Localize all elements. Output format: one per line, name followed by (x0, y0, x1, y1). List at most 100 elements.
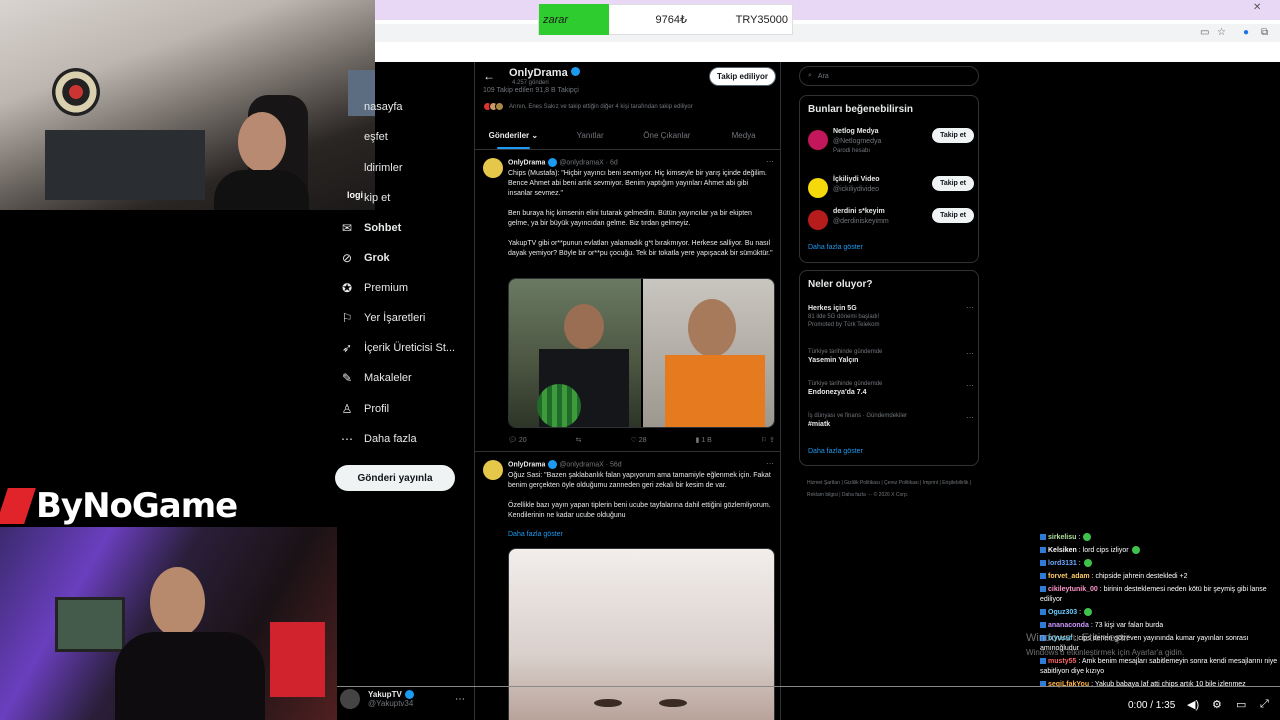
eye-left (594, 699, 622, 707)
heart-icon: ♡ (630, 437, 639, 444)
sidebar-item-chat[interactable]: ✉ Sohbet (340, 217, 401, 239)
chat-username[interactable]: Kelsiken (1048, 547, 1077, 554)
chat-username[interactable]: lord3131 (1048, 560, 1077, 567)
avatar[interactable] (808, 210, 828, 230)
show-more-link[interactable]: Daha fazla göster (808, 244, 863, 251)
show-more-link[interactable]: Daha fazla göster (808, 448, 863, 455)
chat-message: sirkelisu : (1040, 533, 1278, 543)
following-button[interactable]: Takip ediliyor (709, 67, 776, 86)
follow-button[interactable]: Takip et (932, 128, 974, 143)
tweet[interactable]: OnlyDrama @onlydramaX · 56d ⋯ Oğuz Sasi:… (475, 454, 780, 720)
follow-button[interactable]: Takip et (932, 176, 974, 191)
chat-username[interactable]: sirkelisu (1048, 534, 1076, 541)
sidebar-item-premium[interactable]: ✪ Premium (340, 277, 408, 299)
suggestion-item[interactable]: derdini s*keyim @derdiniskeyimm Takip et (808, 208, 974, 238)
chat-message: lord3131 : (1040, 559, 1278, 569)
sidebar-item-bell[interactable]: ldirimler (340, 157, 403, 179)
bell-icon (340, 161, 354, 175)
tab-3[interactable]: Medya (705, 122, 780, 149)
more-icon[interactable]: ⋯ (766, 157, 774, 166)
panel-title: Bunları beğenebilirsin (808, 104, 914, 115)
followers-you-know[interactable]: Arının, Enes Sakız ve takip ettiğin diğe… (483, 102, 693, 111)
search-icon: ⌕ (808, 72, 812, 79)
suggestion-item[interactable]: İçkiliydi Video @ickiliydivideo Takip et (808, 176, 974, 206)
tab-2[interactable]: Öne Çıkanlar (629, 122, 706, 149)
star-icon[interactable]: ☆ (1217, 27, 1226, 38)
chat-username[interactable]: musty55 (1048, 658, 1076, 665)
trend-item[interactable]: Herkes için 5G 81 ilde 5G dönemi başladı!… (808, 303, 974, 328)
address-bar[interactable] (375, 24, 1280, 42)
verified-icon (548, 460, 558, 469)
chat-username[interactable]: ananaconda (1048, 622, 1089, 629)
tweet[interactable]: OnlyDrama @onlydramaX · 6d ⋯ Chips (Must… (475, 152, 780, 452)
follow-button[interactable]: Takip et (932, 208, 974, 223)
bookmark-button[interactable]: ⚐ ⇪ (761, 436, 775, 444)
footer-links[interactable]: Hizmet Şartları | Gizlilik Politikası | … (807, 477, 977, 501)
more-icon[interactable]: ⋯ (455, 694, 465, 705)
account-name: YakupTV (368, 690, 455, 700)
sidebar-item-bookmark[interactable]: ⚐ Yer İşaretleri (340, 307, 426, 329)
sidebar-item-label: eşfet (364, 131, 388, 143)
extension-icon[interactable]: ⧉ (1261, 27, 1268, 38)
account-switcher[interactable]: YakupTV @Yakuptv34 ⋯ (340, 684, 465, 714)
tab-0[interactable]: Gönderiler ⌄ (475, 122, 552, 149)
close-icon[interactable]: ✕ (1253, 2, 1261, 13)
more-icon[interactable]: ⋯ (966, 349, 974, 358)
tweet-media[interactable] (508, 548, 775, 720)
chat-username[interactable]: Oguz303 (1048, 609, 1077, 616)
follow-stats[interactable]: 109 Takip edilen 91,8 B Takipçi (483, 87, 579, 94)
chat-username[interactable]: cikileytunik_00 (1048, 586, 1098, 593)
overlay-value-2: TRY35000 (735, 13, 788, 26)
chat-username[interactable]: forvet_adam (1048, 573, 1090, 580)
trend-item[interactable]: Türkiye tarihinde gündemde Endonezya'da 7… (808, 381, 974, 398)
tweet-media[interactable] (508, 278, 775, 428)
suggestion-item[interactable]: Netlog Medya @Netlogmedya Parodi hesabı Tak… (808, 128, 974, 158)
profile-icon: ♙ (341, 402, 353, 416)
fullscreen-icon[interactable]: ⤢ (1260, 698, 1269, 711)
theater-icon[interactable]: ▭ (1236, 698, 1246, 711)
sidebar-item-home[interactable]: nasayfa (340, 96, 403, 118)
suggestion-note: Parodi hesabı (833, 148, 871, 154)
like-button[interactable]: ♡ 28 (631, 436, 647, 444)
suggestion-handle: @derdiniskeyimm (833, 218, 889, 225)
trend-item[interactable]: Türkiye tarihinde gündemde Yasemin Yalçın… (808, 349, 974, 366)
explore-icon (340, 130, 354, 144)
back-arrow-icon[interactable]: ← (477, 69, 501, 83)
avatar[interactable] (808, 178, 828, 198)
search-input[interactable]: ⌕ Ara (799, 66, 979, 86)
video-progress-bar[interactable] (337, 686, 1280, 687)
more-icon[interactable]: ⋯ (966, 381, 974, 390)
sidebar-item-label: Sohbet (364, 222, 402, 234)
sidebar-item-explore[interactable]: eşfet (340, 126, 388, 148)
emote-icon (1084, 608, 1093, 617)
avatar[interactable] (483, 460, 503, 480)
sidebar-item-profile[interactable]: ♙ Profil (340, 398, 389, 420)
red-chair (270, 622, 325, 697)
home-icon (340, 100, 354, 114)
settings-icon[interactable]: ⚙ (1212, 698, 1222, 711)
reply-button[interactable]: 💬︎ 20 (508, 436, 527, 444)
sidebar-item-grok[interactable]: ⊘ Grok (340, 247, 390, 269)
cast-icon[interactable]: ▭ (1200, 27, 1209, 38)
share-icon[interactable]: ⇪ (769, 437, 775, 444)
sidebar-item-rocket[interactable]: ➶ İçerik Üreticisi St... (340, 337, 455, 359)
trend-item[interactable]: İş dünyası ve finans · Gündemdekiler #mia… (808, 413, 974, 430)
profile-icon[interactable]: ● (1243, 27, 1249, 38)
sidebar-item-label: Premium (364, 282, 409, 294)
show-more-link[interactable]: Daha fazla göster (508, 531, 563, 538)
retweet-button[interactable]: ⇆ (576, 436, 582, 444)
tab-1[interactable]: Yanıtlar (552, 122, 629, 149)
volume-icon[interactable]: ◀) (1187, 698, 1199, 711)
sidebar-item-follow[interactable]: kip et (340, 187, 390, 209)
avatar[interactable] (483, 158, 503, 178)
more-icon[interactable]: ⋯ (966, 303, 974, 312)
more-icon[interactable]: ⋯ (766, 459, 774, 468)
views-button[interactable]: ▮ 1 B (696, 436, 712, 444)
sidebar-item-label: kip et (364, 192, 391, 204)
avatar[interactable] (808, 130, 828, 150)
post-button[interactable]: Gönderi yayınla (335, 465, 455, 491)
sidebar-item-article[interactable]: ✎ Makaleler (340, 367, 412, 389)
more-icon[interactable]: ⋯ (966, 413, 974, 422)
premium-icon: ✪ (341, 281, 353, 295)
sidebar-item-more[interactable]: ⋯ Daha fazla (340, 428, 417, 450)
